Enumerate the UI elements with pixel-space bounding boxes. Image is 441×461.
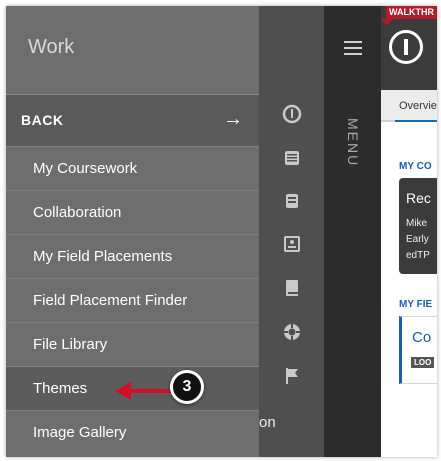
menu-item-label: My Field Placements: [33, 248, 173, 265]
menu-strip[interactable]: MENU: [324, 6, 381, 457]
menu-item-file-library[interactable]: File Library: [6, 322, 259, 366]
card-title: Co: [412, 329, 432, 346]
card-line: edTP: [406, 250, 430, 261]
active-tab-indicator: [395, 120, 437, 122]
menu-item-label: Collaboration: [33, 204, 122, 221]
lifebuoy-icon[interactable]: [282, 322, 302, 342]
menu-vertical-label: MENU: [343, 68, 363, 167]
menu-item-image-gallery[interactable]: Image Gallery: [6, 410, 259, 454]
book-icon[interactable]: [282, 278, 302, 298]
partial-menu-text: on: [259, 414, 276, 431]
arrow-right-icon: →: [223, 108, 243, 130]
walkthrough-notch: [381, 19, 393, 25]
menu-item-my-coursework[interactable]: My Coursework: [6, 146, 259, 190]
card-badge: LOO: [411, 357, 435, 368]
back-button[interactable]: BACK →: [6, 94, 259, 146]
contact-card-icon[interactable]: [282, 234, 302, 254]
menu-label: MENU: [345, 118, 361, 168]
icon-rail: [259, 6, 324, 457]
drawer-title: Work: [28, 36, 75, 58]
flag-icon[interactable]: [282, 366, 302, 386]
coursework-card[interactable]: Rec Mike Early edTP: [399, 178, 437, 274]
menu-item-label: File Library: [33, 336, 108, 353]
card-title: Rec: [406, 190, 431, 206]
logo-icon[interactable]: [282, 104, 302, 124]
section-heading-coursework: MY CO: [399, 161, 432, 172]
menu-item-label: Image Gallery: [33, 424, 127, 441]
app-logo-icon: [389, 30, 423, 64]
tab-overview[interactable]: Overvie: [399, 100, 437, 112]
walkthrough-tag: WALKTHR: [386, 6, 437, 19]
menu-item-collaboration[interactable]: Collaboration: [6, 190, 259, 234]
menu-item-field-placement-finder[interactable]: Field Placement Finder: [6, 278, 259, 322]
hamburger-icon[interactable]: [344, 41, 362, 55]
menu-item-label: My Coursework: [33, 160, 138, 177]
main-content: WALKTHR Overvie MY CO Rec Mike Early edT…: [381, 6, 437, 457]
card-line: Early: [406, 234, 429, 245]
field-card[interactable]: Co LOO: [399, 316, 437, 384]
inbox-icon[interactable]: [282, 148, 302, 168]
content-tabs: Overvie: [381, 90, 437, 122]
menu-item-my-field-placements[interactable]: My Field Placements: [6, 234, 259, 278]
menu-item-label: Themes: [33, 380, 88, 397]
screenshot-frame: Work BACK → My Coursework Collaboration …: [6, 6, 437, 457]
callout-step-badge: 3: [170, 370, 204, 404]
back-label: BACK: [21, 112, 64, 128]
briefcase-icon[interactable]: [282, 191, 302, 211]
menu-item-label: Field Placement Finder: [33, 292, 188, 309]
card-line: Mike: [406, 218, 428, 229]
section-heading-field: MY FIE: [399, 299, 433, 310]
